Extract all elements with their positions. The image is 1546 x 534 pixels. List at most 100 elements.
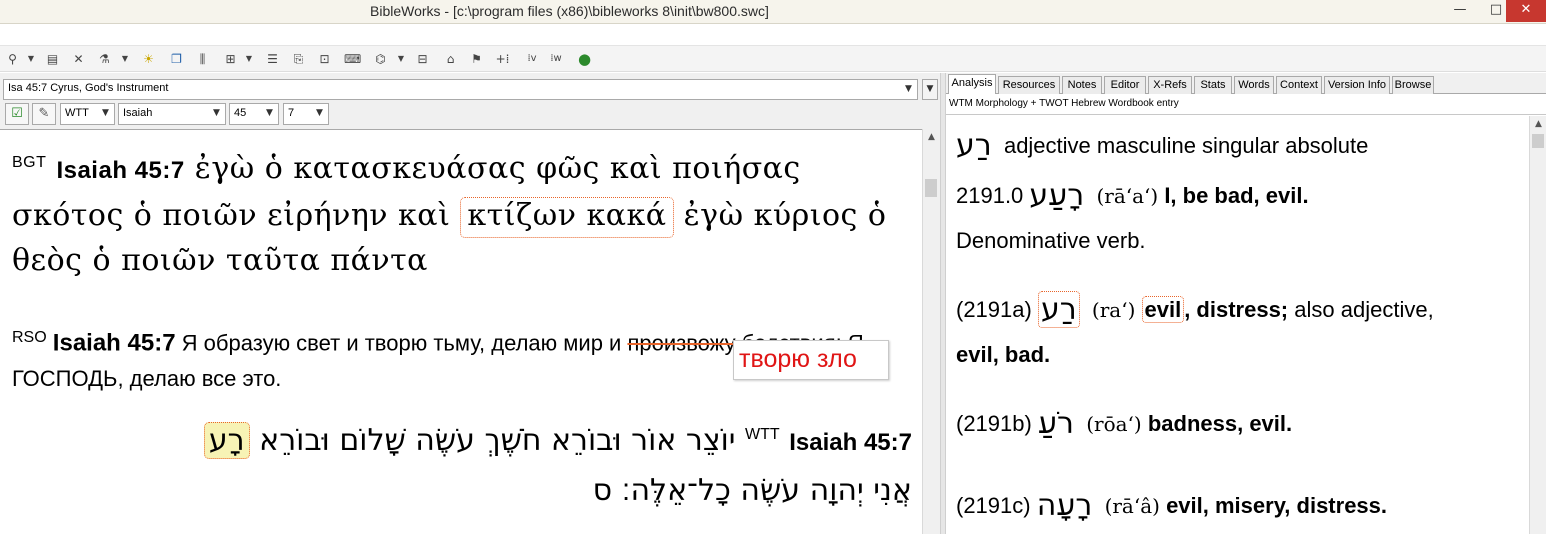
menu-bar <box>0 24 1546 46</box>
tab-context[interactable]: Context <box>1276 76 1322 94</box>
checklist-icon[interactable]: ☑ <box>5 103 29 125</box>
analysis-subheader: WTM Morphology + TWOT Hebrew Wordbook en… <box>946 94 1546 115</box>
analysis-window: Analysis Resources Notes Editor X-Refs S… <box>946 73 1546 534</box>
windows-icon[interactable]: ❐ <box>168 51 185 67</box>
analysis-content: רַע adjective masculine singular absolut… <box>946 116 1528 534</box>
verse-select[interactable]: 7 ▼ <box>283 103 329 125</box>
lexicon-entry: (2191c) רָעָה (rā‘â) evil, misery, distr… <box>956 488 1387 523</box>
parse-text: adjective masculine singular absolute <box>1003 133 1369 158</box>
parse-line: רַע adjective masculine singular absolut… <box>956 128 1368 163</box>
chapter-select[interactable]: 45 ▼ <box>229 103 279 125</box>
tab-editor[interactable]: Editor <box>1104 76 1146 94</box>
version-tag: BGT <box>12 154 47 171</box>
hebrew-word: רֹעַ <box>1037 406 1074 441</box>
tab-xrefs[interactable]: X-Refs <box>1148 76 1192 94</box>
tools-icon[interactable]: ✕ <box>70 51 87 67</box>
main-toolbar: ⚲ ▼ ▤ ✕ ⚗ ▼ ☀ ❐ ⫼ ⊞ ▼ ☰ ⎘ ⊡ ⌨ ⌬ ▼ ⊟ ⌂ ⚑ … <box>0 46 1546 72</box>
bgt-verse: BGT Isaiah 45:7 ἐγὼ ὁ κατασκευάσας φῶς κ… <box>12 140 902 283</box>
transliteration: (rōa‘) <box>1086 412 1142 436</box>
folder-icon[interactable]: ⊡ <box>316 51 333 67</box>
scroll-thumb[interactable] <box>925 179 937 197</box>
gloss: , distress; <box>1184 297 1289 322</box>
dropdown-arrow-icon[interactable]: ▼ <box>26 51 36 67</box>
split-icon[interactable]: ⫼ <box>194 51 211 67</box>
reference-combo[interactable]: Isa 45:7 Cyrus, God's Instrument ▼ <box>3 79 918 100</box>
annotation-text: творю зло <box>739 345 857 373</box>
wtt-verse-line-1: WTT Isaiah 45:7 יוֹצֵר אוֹר וּבוֹרֵא חֹש… <box>203 422 912 459</box>
ew-icon[interactable]: ⁞w <box>546 51 566 67</box>
verse-text: Я образую свет и творю тьму, делаю мир и <box>181 330 622 356</box>
browse-window: Isa 45:7 Cyrus, God's Instrument ▼ ▼ ☑ ✎… <box>0 73 940 534</box>
stamp-icon[interactable]: ⌂ <box>442 51 459 67</box>
list-icon[interactable]: ☰ <box>264 51 281 67</box>
note-text: Denominative verb. <box>956 228 1146 253</box>
version-tag: WTT <box>745 426 780 443</box>
copy-icon[interactable]: ⎘ <box>290 51 307 67</box>
minimize-button[interactable]: — <box>1440 0 1480 22</box>
verse-text: יוֹצֵר אוֹר וּבוֹרֵא חֹשֶׁךְ עֹשֶׂה שָׁל… <box>259 423 736 458</box>
vertical-scrollbar[interactable]: ▲ <box>922 129 939 534</box>
tab-notes[interactable]: Notes <box>1062 76 1102 94</box>
ev-icon[interactable]: ⁞v <box>522 51 542 67</box>
gloss: badness, evil. <box>1147 411 1293 436</box>
entry-number: 2191.0 <box>956 183 1024 208</box>
book-select[interactable]: Isaiah ▼ <box>118 103 226 125</box>
hebrew-word: רָעַע <box>1029 178 1085 213</box>
hebrew-word: רַע <box>1037 291 1080 328</box>
version-select-value: WTT <box>65 107 89 119</box>
chevron-down-icon[interactable]: ▼ <box>98 105 113 122</box>
flowchart-icon[interactable]: ⌬ <box>372 51 389 67</box>
chevron-down-icon[interactable]: ▼ <box>262 105 277 122</box>
flask-icon[interactable]: ⚗ <box>96 51 113 67</box>
dropdown-arrow-icon[interactable]: ▼ <box>120 51 130 67</box>
entry-number: (2191a) <box>956 297 1032 322</box>
chevron-down-icon[interactable]: ▼ <box>901 81 916 98</box>
dropdown-arrow-icon[interactable]: ▼ <box>396 51 406 67</box>
bulb-icon[interactable]: ☀ <box>140 51 157 67</box>
scroll-up-icon[interactable]: ▲ <box>1530 116 1546 133</box>
selected-word[interactable]: רָע <box>203 422 250 459</box>
grid-icon[interactable]: ⊞ <box>222 51 239 67</box>
gloss-note: also adjective, <box>1294 297 1434 322</box>
tag-icon[interactable]: ⚑ <box>468 51 485 67</box>
chevron-down-icon[interactable]: ▼ <box>209 105 224 122</box>
wtt-header: WTT Isaiah 45:7 <box>745 423 912 458</box>
analysis-tabs: Analysis Resources Notes Editor X-Refs S… <box>946 73 1546 95</box>
database-icon[interactable]: ▤ <box>44 51 61 67</box>
lexicon-entry: (2191b) רֹעַ (rōa‘) badness, evil. <box>956 406 1292 441</box>
reference-combo-value: Isa 45:7 Cyrus, God's Instrument <box>8 82 169 94</box>
vertical-scrollbar[interactable]: ▲ <box>1529 116 1546 534</box>
gloss-highlight: evil <box>1141 296 1185 323</box>
scroll-thumb[interactable] <box>1532 134 1544 148</box>
verse-select-value: 7 <box>288 107 295 119</box>
chevron-down-icon[interactable]: ▼ <box>312 105 327 122</box>
plus-i-icon[interactable]: +⁞ <box>494 51 511 67</box>
tab-resources[interactable]: Resources <box>998 76 1060 94</box>
globe-icon[interactable]: ● <box>576 51 593 67</box>
entry-number: (2191b) <box>956 411 1032 436</box>
lexicon-entry: (2191a) רַע (ra‘) evil, distress; also a… <box>956 291 1434 328</box>
tab-analysis[interactable]: Analysis <box>948 74 996 95</box>
tab-words[interactable]: Words <box>1234 76 1274 94</box>
keyboard-icon[interactable]: ⌨ <box>344 51 361 67</box>
entry-number: (2191c) <box>956 493 1031 518</box>
tab-version-info[interactable]: Version Info <box>1324 76 1390 94</box>
tab-browse[interactable]: Browse <box>1392 76 1434 94</box>
wtt-verse-line-2: אֲנִי יְהוָה עֹשֶׂה כָל־אֵלֶּה׃ ס <box>593 473 912 508</box>
search-icon[interactable]: ⚲ <box>4 51 21 67</box>
lexicon-note: Denominative verb. <box>956 228 1146 254</box>
pane-menu-button[interactable]: ▼ <box>922 79 938 100</box>
tab-stats[interactable]: Stats <box>1194 76 1232 94</box>
bible-text-area[interactable]: BGT Isaiah 45:7 ἐγὼ ὁ κατασκευάσας φῶς κ… <box>0 129 922 534</box>
lexicon-entry: 2191.0 רָעַע (rā‘a‘) I, be bad, evil. <box>956 178 1309 213</box>
tools-icon[interactable]: ✎ <box>32 103 56 125</box>
transliteration: (rā‘a‘) <box>1096 184 1159 208</box>
scroll-up-icon[interactable]: ▲ <box>923 129 940 146</box>
gloss: evil, misery, distress. <box>1166 493 1388 518</box>
map-icon[interactable]: ⊟ <box>414 51 431 67</box>
highlighted-phrase: κτίζων κακά <box>460 197 674 238</box>
chapter-select-value: 45 <box>234 107 247 119</box>
version-select[interactable]: WTT ▼ <box>60 103 115 125</box>
close-button[interactable]: ✕ <box>1506 0 1546 22</box>
dropdown-arrow-icon[interactable]: ▼ <box>244 51 254 67</box>
